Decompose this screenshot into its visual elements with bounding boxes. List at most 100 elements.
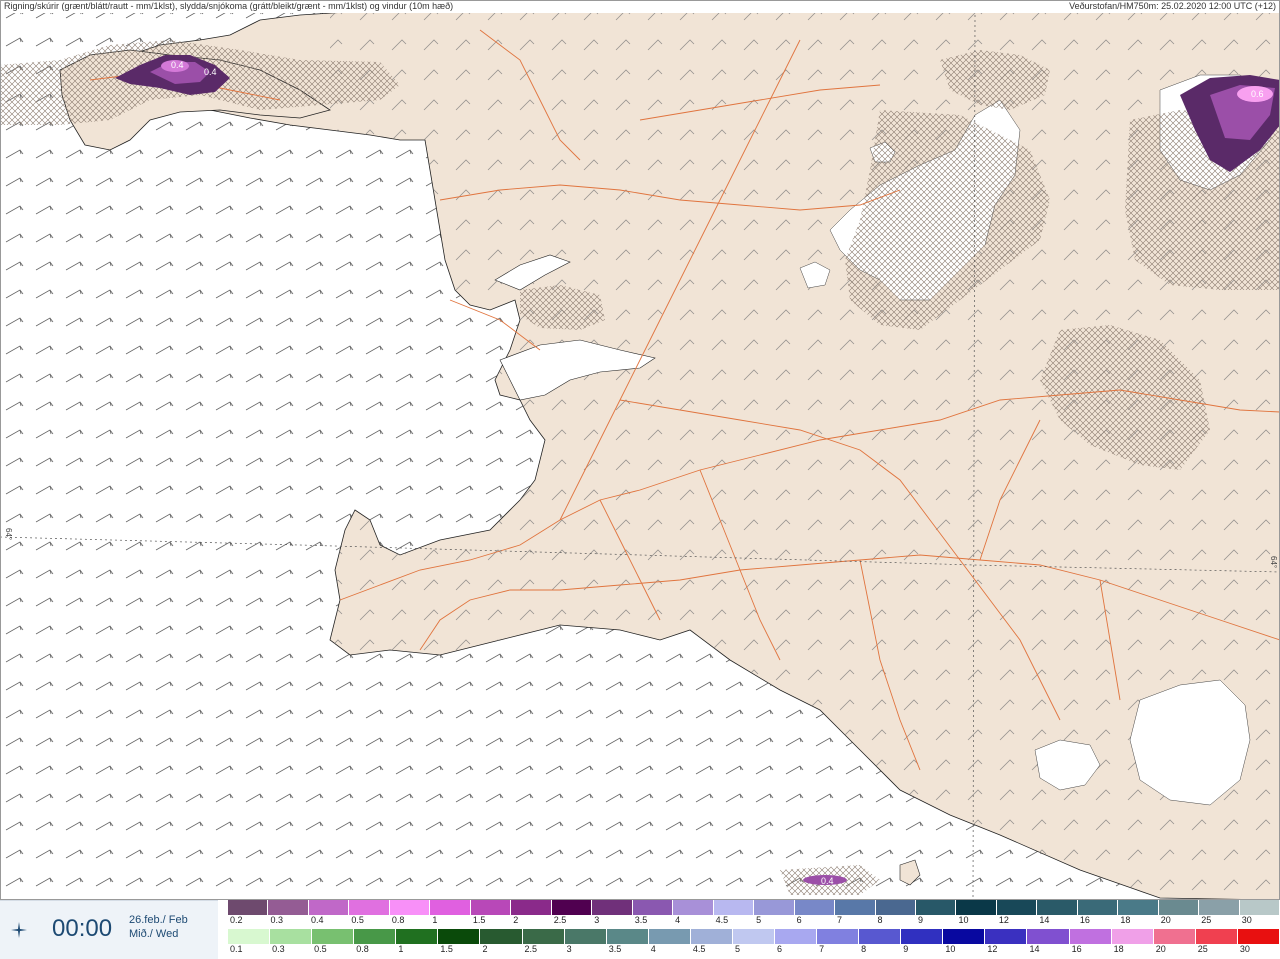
snow-scale-label: 10	[958, 915, 969, 925]
rain-scale-label: 2.5	[524, 944, 538, 954]
model-run-info: Veðurstofan/HM750m: 25.02.2020 12:00 UTC…	[1069, 1, 1276, 11]
snow-scale-swatch	[632, 900, 674, 915]
rain-scale-label: 5	[734, 944, 740, 954]
rain-scale-label: 6	[777, 944, 783, 954]
rain-scale-swatch	[732, 929, 776, 944]
forecast-time: 00:00	[52, 915, 113, 942]
rain-scale-label: 7	[819, 944, 825, 954]
rain-scale-swatch	[1195, 929, 1238, 944]
rain-scale-swatch	[438, 929, 481, 944]
snow-scale-label: 4	[675, 915, 681, 925]
snow-scale-swatch	[1239, 900, 1280, 915]
snow-scale-label: 7	[837, 915, 843, 925]
rain-scale-swatch	[1237, 929, 1280, 944]
rain-color-scale: 0.1 0.3 0.5 0.8 1 1.5 2 2.5 3 3.5 4 4.5 5 6 7 8 9 10 12 14 1…	[228, 929, 1280, 957]
rain-scale-swatch	[1153, 929, 1196, 944]
rain-scale-swatch	[985, 929, 1028, 944]
snow-scale-swatch	[389, 900, 431, 915]
rain-scale-label: 9	[903, 944, 909, 954]
rain-scale-label: 0.5	[314, 944, 327, 954]
rain-scale-label: 12	[987, 944, 998, 954]
snow-scale-swatch	[875, 900, 916, 915]
rain-scale-label: 0.3	[272, 944, 285, 954]
snow-scale-swatch	[1118, 900, 1159, 915]
snow-scale-swatch	[511, 900, 552, 915]
snow-scale-label: 0.4	[310, 915, 324, 925]
snow-scale-label: 25	[1201, 915, 1212, 925]
rain-scale-swatch	[817, 929, 860, 944]
snow-scale-label: 30	[1241, 915, 1252, 925]
rain-scale-swatch	[648, 929, 691, 944]
rain-scale-label: 10	[945, 944, 956, 954]
snow-scale-label: 1	[432, 915, 438, 925]
snow-scale-label: 12	[998, 915, 1009, 925]
rain-scale-swatch	[312, 929, 355, 944]
snow-scale-label: 14	[1039, 915, 1050, 925]
precip-label: 0.6	[1251, 89, 1264, 99]
snow-scale-swatch	[349, 900, 390, 915]
snow-scale-label: 5	[756, 915, 762, 925]
snow-scale-swatch	[268, 900, 309, 915]
rain-scale-swatch	[1027, 929, 1070, 944]
snow-scale-label: 0.3	[270, 915, 283, 925]
rain-scale-swatch	[606, 929, 649, 944]
snow-scale-label: 18	[1120, 915, 1131, 925]
forecast-weekday: Mið./ Wed	[129, 928, 179, 940]
snow-scale-swatch	[430, 900, 471, 915]
snow-scale-swatch	[713, 900, 755, 915]
rain-scale-label: 4	[650, 944, 656, 954]
rain-scale-label: 20	[1155, 944, 1166, 954]
rain-scale-swatch	[396, 929, 439, 944]
snow-scale-swatch	[915, 900, 957, 915]
time-panel: 00:00 26.feb./ Feb Mið./ Wed	[0, 900, 218, 959]
rain-scale-label: 1.5	[440, 944, 453, 954]
rain-scale-swatch	[859, 929, 902, 944]
rain-scale-swatch	[480, 929, 523, 944]
snow-scale-label: 6	[796, 915, 802, 925]
snow-scale-label: 0.2	[230, 915, 243, 925]
snow-scale-swatch	[470, 900, 512, 915]
rain-scale-label: 3	[566, 944, 572, 954]
rain-scale-label: 3.5	[608, 944, 622, 954]
snow-scale-label: 0.8	[391, 915, 405, 925]
latitude-label-right: 64°	[1269, 556, 1278, 569]
rain-scale-label: 14	[1029, 944, 1040, 954]
rain-scale-label: 4.5	[692, 944, 706, 954]
rain-scale-swatch	[564, 929, 607, 944]
rain-scale-swatch	[1069, 929, 1112, 944]
precip-label: 0.4	[821, 876, 834, 886]
rain-scale-label: 0.8	[356, 944, 369, 954]
snow-scale-swatch	[308, 900, 350, 915]
weather-map[interactable]: 0.4 0.4 0.6 0.4	[0, 0, 1280, 900]
forecast-date: 26.feb./ Feb	[129, 914, 188, 926]
snow-scale-swatch	[794, 900, 836, 915]
snow-scale-swatch	[835, 900, 876, 915]
latitude-label-left: 64°	[4, 528, 13, 541]
compass-icon[interactable]	[10, 921, 28, 939]
snow-scale-label: 20	[1160, 915, 1171, 925]
snow-scale-label: 3.5	[634, 915, 648, 925]
rain-scale-label: 8	[861, 944, 867, 954]
snow-scale-label: 2.5	[553, 915, 567, 925]
rain-scale-label: 0.1	[230, 944, 243, 954]
rain-scale-label: 1	[398, 944, 404, 954]
snow-scale-label: 4.5	[715, 915, 729, 925]
snow-scale-swatch	[1199, 900, 1240, 915]
snow-scale-swatch	[1158, 900, 1200, 915]
snow-scale-swatch	[996, 900, 1038, 915]
rain-scale-label: 30	[1239, 944, 1250, 954]
rain-scale-swatch	[690, 929, 733, 944]
snow-scale-label: 2	[513, 915, 519, 925]
rain-scale-label: 2	[482, 944, 488, 954]
snow-scale-swatch	[592, 900, 633, 915]
rain-scale-label: 25	[1197, 944, 1208, 954]
rain-scale-swatch	[775, 929, 818, 944]
snow-color-scale: 0.2 0.3 0.4 0.5 0.8 1 1.5 2 2.5 3 3.5 4 4.5 5 6 7 8 9 10 12…	[228, 900, 1280, 928]
snow-scale-swatch	[1077, 900, 1119, 915]
snow-scale-label: 1.5	[472, 915, 486, 925]
footer: 00:00 26.feb./ Feb Mið./ Wed 0.2 0.3 0.4 0.…	[0, 900, 1280, 959]
snow-scale-swatch	[673, 900, 714, 915]
rain-scale-swatch	[901, 929, 944, 944]
rain-scale-swatch	[354, 929, 397, 944]
snow-scale-label: 9	[917, 915, 923, 925]
